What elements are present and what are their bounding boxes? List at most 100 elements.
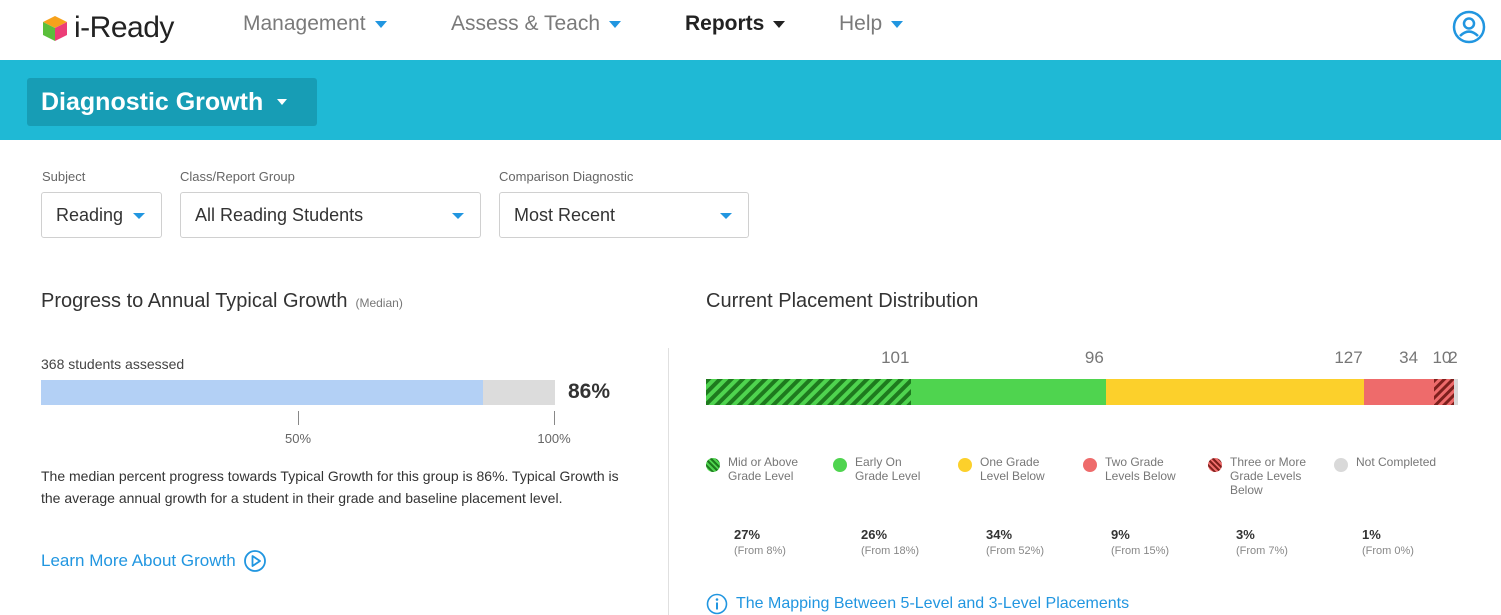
- subject-dropdown[interactable]: Reading: [41, 192, 162, 238]
- logo-cube-icon: [43, 16, 67, 41]
- legend-item: Mid or Above Grade Level: [706, 455, 826, 483]
- progress-percent: 86%: [568, 380, 611, 403]
- comparison-value: Most Recent: [514, 204, 616, 225]
- distribution-segment: [1364, 379, 1434, 405]
- placement-distribution-bar: [706, 379, 1458, 405]
- placement-percent: 1% (From 0%): [1362, 527, 1414, 559]
- progress-description: The median percent progress towards Typi…: [41, 468, 619, 506]
- nav-management-label: Management: [243, 12, 366, 35]
- chevron-down-icon: [452, 213, 464, 219]
- legend-label: One Grade Level Below: [980, 455, 1045, 483]
- chevron-down-icon: [374, 20, 387, 28]
- legend-swatch: [1083, 458, 1097, 472]
- legend-item: Early On Grade Level: [833, 455, 953, 483]
- placement-percent: 3% (From 7%): [1236, 527, 1288, 559]
- placement-percent-value: 27%: [734, 527, 761, 542]
- nav-help-label: Help: [839, 12, 883, 35]
- logo-text: i-Ready: [74, 11, 174, 44]
- legend-swatch: [1208, 458, 1222, 472]
- distribution-segment: [911, 379, 1107, 405]
- chevron-down-icon: [773, 20, 786, 28]
- mapping-info-link[interactable]: The Mapping Between 5-Level and 3-Level …: [706, 593, 1129, 615]
- legend-label: Early On Grade Level: [855, 455, 921, 483]
- chevron-down-icon: [720, 213, 732, 219]
- nav-help[interactable]: Help: [839, 12, 904, 36]
- distribution-count-label: 34: [1399, 348, 1419, 367]
- legend-item: Three or More Grade Levels Below: [1208, 455, 1328, 497]
- comparison-label: Comparison Diagnostic: [499, 169, 634, 184]
- tick-label-100: 100%: [537, 431, 571, 446]
- chevron-down-icon: [277, 99, 288, 105]
- tick-100: [554, 411, 555, 425]
- placement-percent-from: (From 18%): [861, 545, 920, 557]
- distribution-count-label: 101: [881, 348, 910, 367]
- top-navigation: i-Ready Management Assess & Teach Report…: [0, 0, 1501, 60]
- progress-title: Progress to Annual Typical Growth: [41, 290, 348, 312]
- user-circle-icon[interactable]: [1452, 10, 1486, 44]
- students-assessed: 368 students assessed: [41, 356, 185, 372]
- distribution-segment: [1433, 379, 1454, 405]
- legend-swatch: [833, 458, 847, 472]
- nav-reports[interactable]: Reports: [685, 12, 786, 36]
- legend-item: Two Grade Levels Below: [1083, 455, 1203, 483]
- comparison-dropdown[interactable]: Most Recent: [499, 192, 749, 238]
- i-ready-logo[interactable]: i-Ready: [40, 8, 174, 48]
- learn-more-growth-link[interactable]: Learn More About Growth: [41, 549, 267, 573]
- play-circle-icon: [243, 550, 266, 572]
- placement-percent-value: 9%: [1111, 527, 1130, 542]
- placement-percent-value: 34%: [986, 527, 1013, 542]
- placement-percent: 26% (From 18%): [861, 527, 919, 559]
- placement-percent-value: 26%: [861, 527, 888, 542]
- nav-reports-label: Reports: [685, 12, 765, 35]
- placement-percent-from: (From 52%): [986, 545, 1045, 557]
- distribution-title: Current Placement Distribution: [706, 290, 979, 312]
- nav-assess-teach[interactable]: Assess & Teach: [451, 12, 622, 36]
- legend-item: Not Completed: [1334, 455, 1454, 472]
- subject-value: Reading: [56, 204, 124, 225]
- placement-percent-from: (From 8%): [734, 545, 786, 557]
- report-type-dropdown[interactable]: Diagnostic Growth: [27, 78, 317, 126]
- distribution-count-label: 2: [1448, 348, 1458, 367]
- distribution-count-label: 127: [1334, 348, 1363, 367]
- legend-item: One Grade Level Below: [958, 455, 1078, 483]
- nav-assess-teach-label: Assess & Teach: [451, 12, 601, 35]
- distribution-segment: [706, 379, 912, 405]
- report-title: Diagnostic Growth: [41, 87, 264, 116]
- group-value: All Reading Students: [195, 204, 364, 225]
- info-circle-icon: [706, 593, 728, 615]
- distribution-count-label: 96: [1084, 348, 1104, 367]
- subject-label: Subject: [42, 169, 86, 184]
- legend-label: Three or More Grade Levels Below: [1230, 455, 1307, 497]
- chevron-down-icon: [891, 20, 904, 28]
- placement-percent: 27% (From 8%): [734, 527, 786, 559]
- legend-swatch: [1334, 458, 1348, 472]
- progress-bar-fill: [41, 380, 483, 405]
- tick-50: [298, 411, 299, 425]
- nav-management[interactable]: Management: [243, 12, 387, 36]
- progress-title-note: (Median): [355, 296, 403, 310]
- distribution-segment: [1106, 379, 1365, 405]
- progress-bar: [41, 380, 555, 405]
- legend-swatch: [706, 458, 720, 472]
- chevron-down-icon: [609, 20, 622, 28]
- placement-percent-value: 3%: [1236, 527, 1255, 542]
- placement-percent-from: (From 15%): [1111, 545, 1170, 557]
- placement-percent: 9% (From 15%): [1111, 527, 1169, 559]
- placement-percent-from: (From 0%): [1362, 545, 1414, 557]
- mapping-link-label: The Mapping Between 5-Level and 3-Level …: [736, 595, 1130, 612]
- tick-label-50: 50%: [284, 431, 312, 446]
- placement-percent: 34% (From 52%): [986, 527, 1044, 559]
- legend-label: Not Completed: [1356, 455, 1437, 469]
- placement-percent-value: 1%: [1362, 527, 1381, 542]
- legend-label: Mid or Above Grade Level: [728, 455, 799, 483]
- progress-section-title: Progress to Annual Typical Growth (Median…: [41, 290, 403, 313]
- panel-divider: [668, 348, 669, 615]
- report-banner: Diagnostic Growth: [0, 60, 1501, 140]
- placement-percent-from: (From 7%): [1236, 545, 1288, 557]
- legend-swatch: [958, 458, 972, 472]
- group-label: Class/Report Group: [180, 169, 295, 184]
- learn-more-label: Learn More About Growth: [41, 551, 236, 570]
- group-dropdown[interactable]: All Reading Students: [180, 192, 481, 238]
- distribution-segment: [1453, 379, 1458, 405]
- legend-label: Two Grade Levels Below: [1105, 455, 1176, 483]
